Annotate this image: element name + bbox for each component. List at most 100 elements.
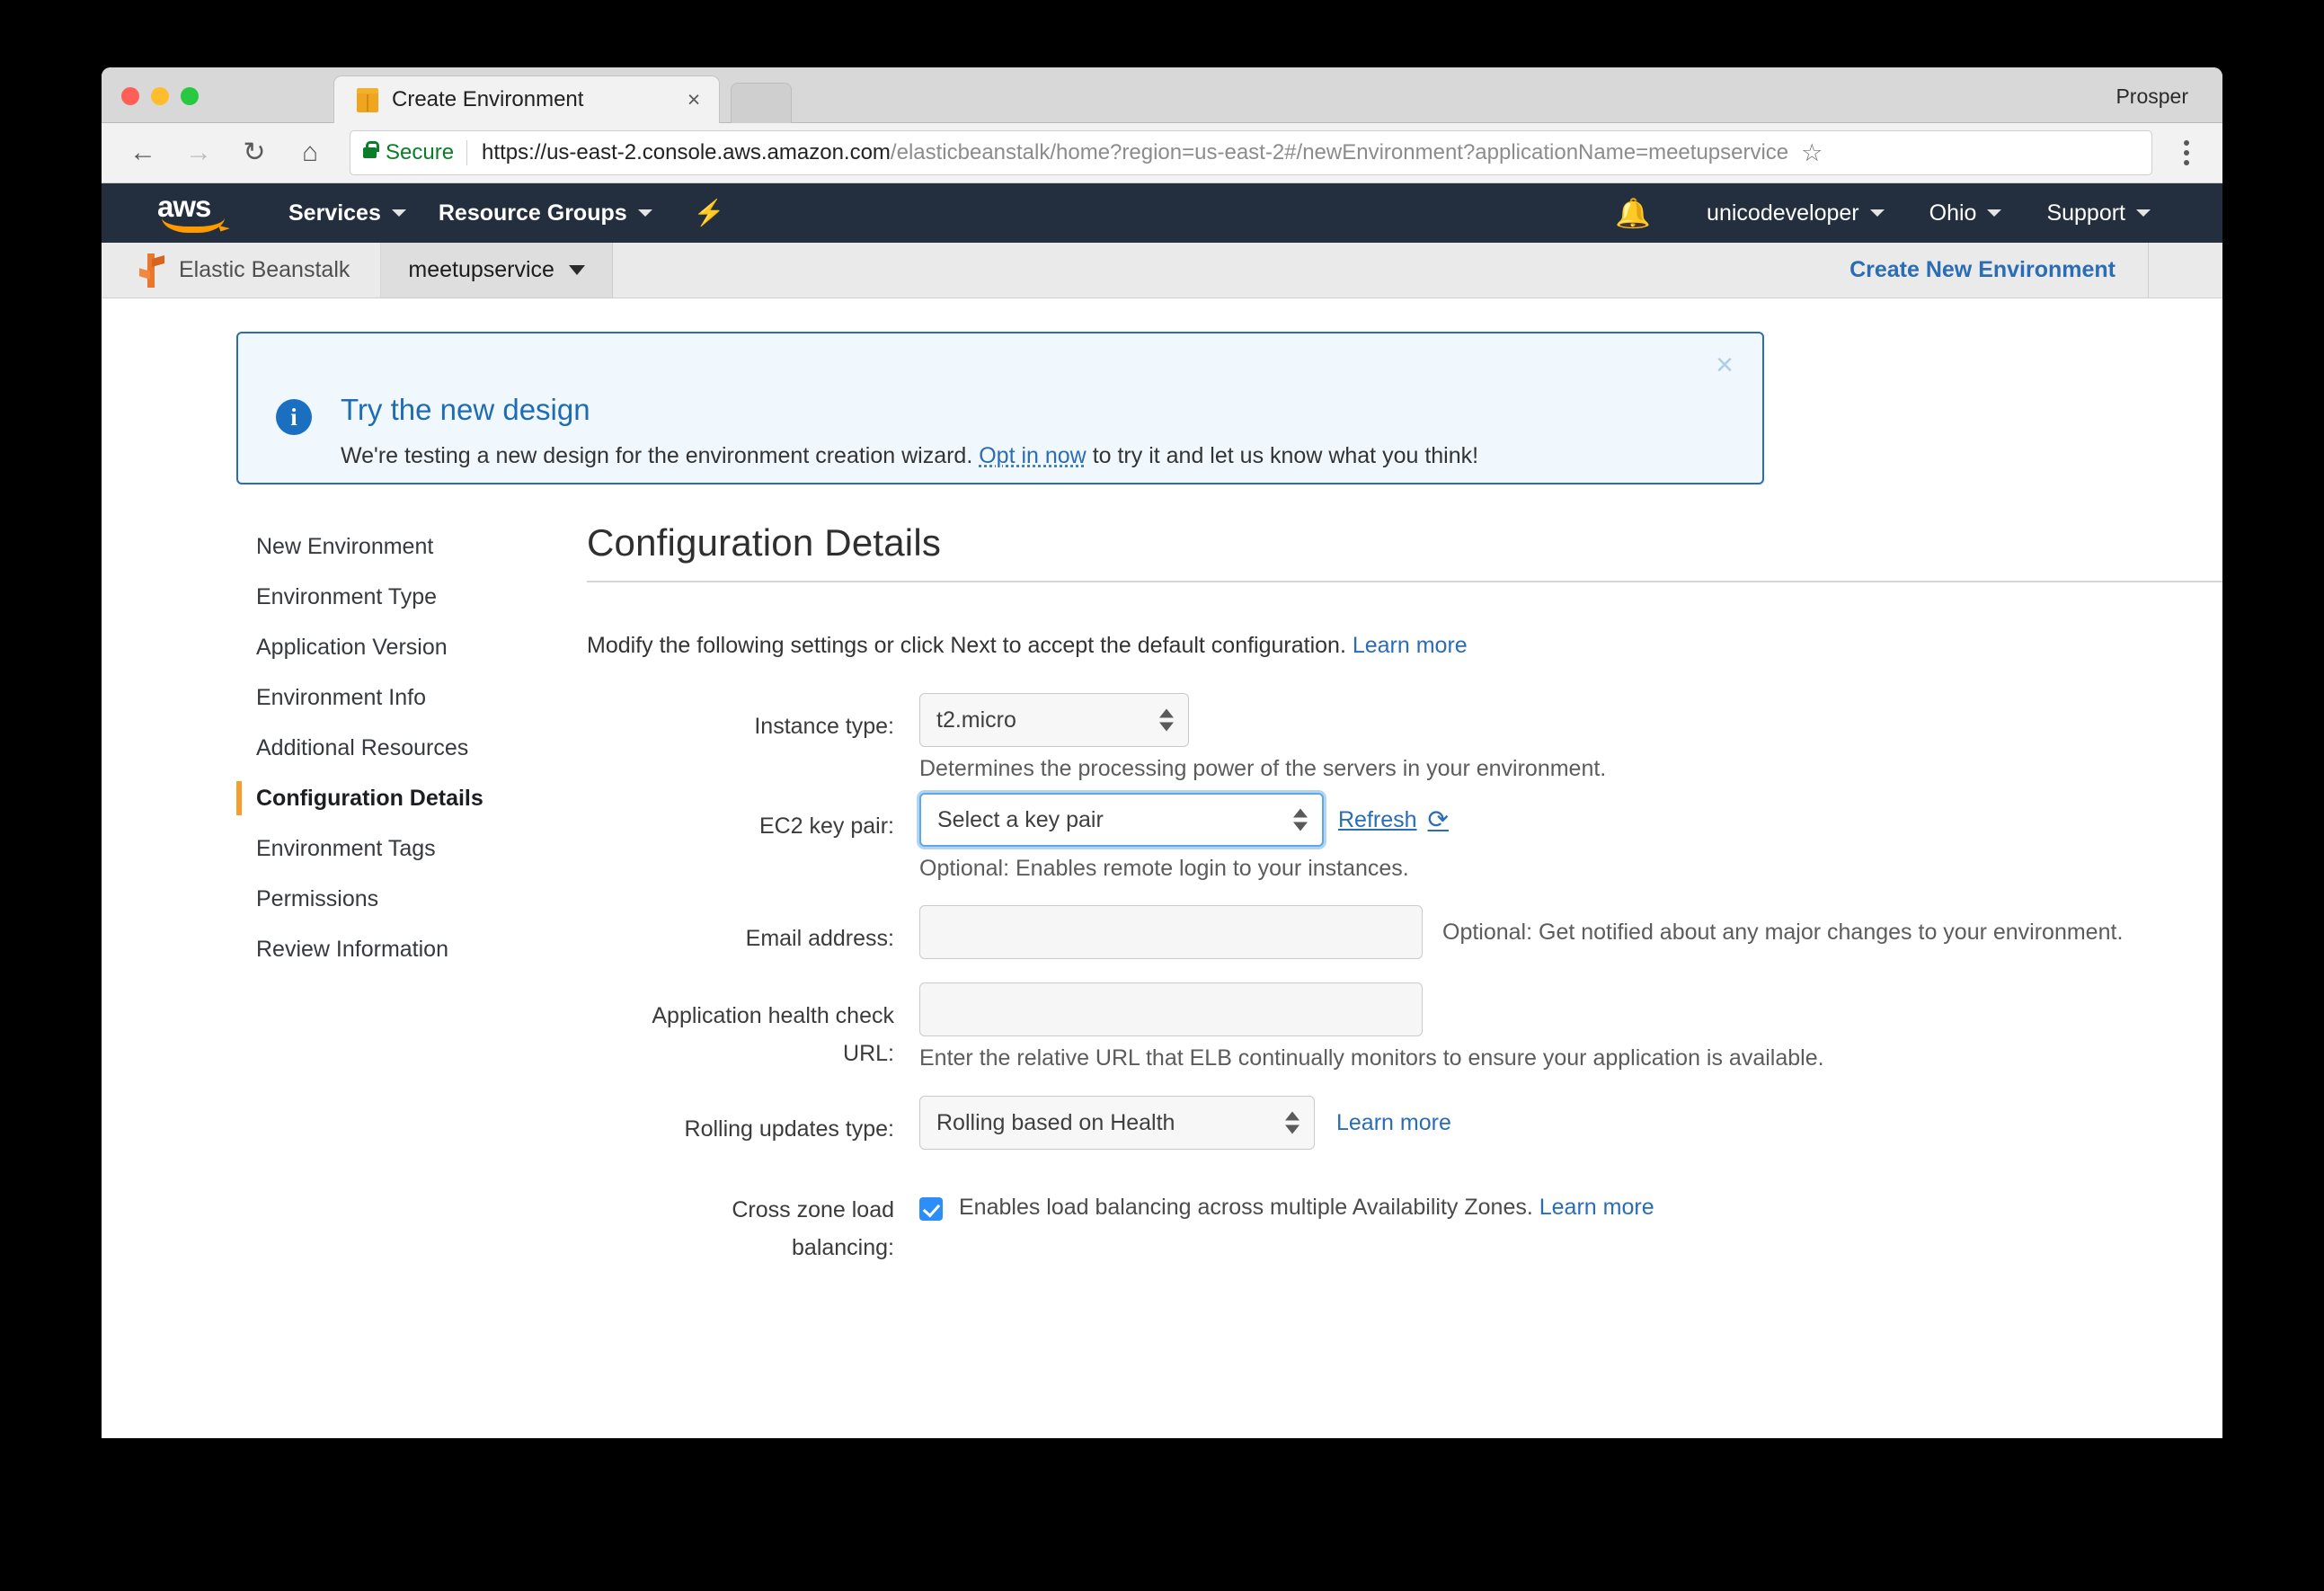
health-check-url-label: Application health check URL: bbox=[587, 982, 919, 1072]
rolling-updates-type-select[interactable]: Rolling based on Health bbox=[919, 1096, 1315, 1150]
ec2-key-pair-field: Select a key pair Refresh ⟳ Optional: En… bbox=[919, 793, 2222, 882]
nav-services-label: Services bbox=[288, 200, 381, 227]
cross-zone-label: Cross zone load balancing: bbox=[587, 1182, 919, 1267]
browser-menu-icon[interactable] bbox=[2165, 140, 2208, 165]
bell-icon[interactable]: 🔔 bbox=[1615, 199, 1651, 227]
cross-zone-checkbox[interactable] bbox=[919, 1197, 943, 1221]
select-spinner-icon bbox=[1285, 1112, 1299, 1134]
email-address-note: Optional: Get notified about any major c… bbox=[1442, 920, 2123, 946]
rolling-updates-learn-more-link[interactable]: Learn more bbox=[1336, 1110, 1451, 1136]
close-window-button[interactable] bbox=[121, 87, 139, 105]
sidebar-item-label: Configuration Details bbox=[256, 786, 483, 812]
form-row-instance-type: Instance type: t2.micro Determines the p… bbox=[587, 693, 2222, 782]
sidebar-item-label: Review Information bbox=[256, 937, 448, 963]
page-title: Configuration Details bbox=[587, 521, 2222, 581]
sidebar-item-review-information[interactable]: Review Information bbox=[236, 924, 569, 974]
service-name-label: Elastic Beanstalk bbox=[179, 257, 350, 283]
nav-account-menu[interactable]: unicodeveloper bbox=[1696, 200, 1895, 227]
aws-global-nav: aws Services Resource Groups ⚡ 🔔 unicode… bbox=[102, 183, 2222, 243]
bookmark-star-icon[interactable]: ☆ bbox=[1801, 141, 1823, 165]
browser-tab[interactable]: Create Environment × bbox=[333, 76, 720, 123]
new-design-banner: i Try the new design We're testing a new… bbox=[236, 332, 1764, 484]
sidebar-item-environment-info[interactable]: Environment Info bbox=[236, 672, 569, 723]
sidebar-item-environment-tags[interactable]: Environment Tags bbox=[236, 823, 569, 874]
nav-resource-groups-menu[interactable]: Resource Groups bbox=[428, 200, 663, 227]
sidebar-item-label: Environment Tags bbox=[256, 836, 436, 862]
nav-region-menu[interactable]: Ohio bbox=[1919, 200, 2013, 227]
nav-support-menu[interactable]: Support bbox=[2036, 200, 2161, 227]
chevron-down-icon bbox=[569, 265, 585, 275]
new-tab-button[interactable] bbox=[731, 83, 792, 123]
ec2-key-pair-hint: Optional: Enables remote login to your i… bbox=[919, 856, 2222, 882]
nav-services-menu[interactable]: Services bbox=[278, 200, 417, 227]
url-path: /elasticbeanstalk/home?region=us-east-2#… bbox=[891, 140, 1788, 164]
browser-title-bar: Create Environment × Prosper bbox=[102, 67, 2222, 123]
chevron-down-icon bbox=[638, 209, 652, 217]
intro-sentence: Modify the following settings or click N… bbox=[587, 633, 1353, 658]
form-row-health-check-url: Application health check URL: Enter the … bbox=[587, 982, 2222, 1072]
divider bbox=[466, 140, 467, 165]
breadcrumb-application-menu[interactable]: meetupservice bbox=[381, 243, 613, 298]
instance-type-select[interactable]: t2.micro bbox=[919, 693, 1189, 747]
info-icon: i bbox=[276, 399, 312, 435]
rolling-updates-type-label: Rolling updates type: bbox=[587, 1096, 919, 1148]
screenshot-root: Create Environment × Prosper ← → ↻ ⌂ Sec… bbox=[0, 0, 2324, 1591]
close-icon[interactable]: × bbox=[676, 89, 712, 111]
minimize-window-button[interactable] bbox=[151, 87, 169, 105]
forward-icon[interactable]: → bbox=[175, 129, 222, 176]
chevron-down-icon bbox=[392, 209, 406, 217]
cross-zone-checkbox-label: Enables load balancing across multiple A… bbox=[959, 1195, 1654, 1221]
email-address-field: Optional: Get notified about any major c… bbox=[919, 905, 2222, 959]
form-row-ec2-key-pair: EC2 key pair: Select a key pair Refresh … bbox=[587, 793, 2222, 882]
configuration-form: Instance type: t2.micro Determines the p… bbox=[587, 693, 2222, 1267]
back-icon[interactable]: ← bbox=[120, 129, 166, 176]
sidebar-item-label: Permissions bbox=[256, 886, 378, 912]
intro-text: Modify the following settings or click N… bbox=[587, 633, 2222, 659]
url-origin: https://us-east-2.console.aws.amazon.com bbox=[482, 140, 891, 164]
health-check-url-input[interactable] bbox=[919, 982, 1423, 1036]
window-user-label: Prosper bbox=[2116, 84, 2188, 109]
cross-zone-text: Enables load balancing across multiple A… bbox=[959, 1195, 1539, 1220]
reload-icon[interactable]: ↻ bbox=[231, 129, 278, 176]
aws-wordmark: aws bbox=[157, 193, 235, 220]
secure-label: Secure bbox=[386, 140, 454, 165]
create-new-environment-link[interactable]: Create New Environment bbox=[1817, 243, 2149, 298]
email-address-input[interactable] bbox=[919, 905, 1423, 959]
page-content: i Try the new design We're testing a new… bbox=[102, 298, 2222, 1438]
cross-zone-learn-more-link[interactable]: Learn more bbox=[1539, 1195, 1654, 1220]
maximize-window-button[interactable] bbox=[181, 87, 199, 105]
health-check-url-hint: Enter the relative URL that ELB continua… bbox=[919, 1045, 2222, 1071]
window-controls bbox=[121, 87, 199, 105]
browser-window: Create Environment × Prosper ← → ↻ ⌂ Sec… bbox=[102, 67, 2222, 1438]
chevron-down-icon bbox=[1870, 209, 1885, 217]
pin-shortcut-icon[interactable]: ⚡ bbox=[694, 200, 725, 226]
instance-type-value: t2.micro bbox=[936, 707, 1016, 733]
health-check-url-field: Enter the relative URL that ELB continua… bbox=[919, 982, 2222, 1071]
cross-zone-field: Enables load balancing across multiple A… bbox=[919, 1182, 2222, 1221]
breadcrumb-elastic-beanstalk[interactable]: Elastic Beanstalk bbox=[102, 243, 381, 298]
sidebar-item-label: Environment Type bbox=[256, 584, 437, 610]
ec2-key-pair-value: Select a key pair bbox=[937, 807, 1104, 833]
sidebar-item-environment-type[interactable]: Environment Type bbox=[236, 572, 569, 622]
aws-nav-right-group: 🔔 unicodeveloper Ohio Support bbox=[1615, 199, 2222, 227]
intro-learn-more-link[interactable]: Learn more bbox=[1353, 633, 1468, 658]
form-row-email-address: Email address: Optional: Get notified ab… bbox=[587, 905, 2222, 959]
aws-logo-icon[interactable]: aws bbox=[157, 193, 235, 233]
instance-type-field: t2.micro Determines the processing power… bbox=[919, 693, 2222, 782]
opt-in-now-link[interactable]: Opt in now bbox=[979, 443, 1087, 468]
rolling-updates-type-field: Rolling based on Health Learn more bbox=[919, 1096, 2222, 1150]
sidebar-item-application-version[interactable]: Application Version bbox=[236, 622, 569, 672]
sidebar-item-permissions[interactable]: Permissions bbox=[236, 874, 569, 924]
refresh-key-pairs-link[interactable]: Refresh ⟳ bbox=[1338, 807, 1449, 833]
ec2-key-pair-select[interactable]: Select a key pair bbox=[919, 793, 1324, 847]
application-name-label: meetupservice bbox=[408, 257, 554, 283]
instance-type-label: Instance type: bbox=[587, 693, 919, 745]
sidebar-item-configuration-details[interactable]: Configuration Details bbox=[236, 773, 569, 823]
sidebar-item-new-environment[interactable]: New Environment bbox=[236, 521, 569, 572]
address-bar[interactable]: Secure https://us-east-2.console.aws.ama… bbox=[350, 130, 2152, 175]
browser-toolbar: ← → ↻ ⌂ Secure https://us-east-2.console… bbox=[102, 123, 2222, 183]
banner-close-icon[interactable]: × bbox=[1707, 346, 1743, 384]
home-icon[interactable]: ⌂ bbox=[287, 129, 333, 176]
select-spinner-icon bbox=[1159, 709, 1174, 732]
sidebar-item-additional-resources[interactable]: Additional Resources bbox=[236, 723, 569, 773]
